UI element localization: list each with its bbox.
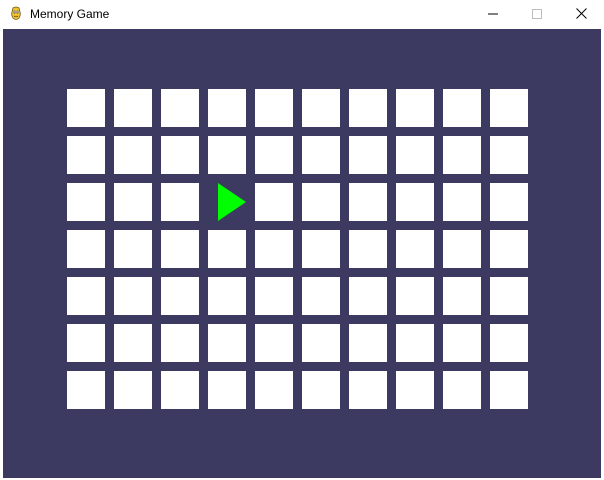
maximize-icon bbox=[532, 6, 542, 24]
minimize-icon bbox=[488, 6, 498, 24]
memory-tile[interactable] bbox=[255, 183, 293, 221]
memory-tile[interactable] bbox=[161, 136, 199, 174]
memory-tile[interactable] bbox=[302, 89, 340, 127]
memory-tile[interactable] bbox=[349, 371, 387, 409]
memory-tile[interactable] bbox=[208, 371, 246, 409]
memory-tile[interactable] bbox=[349, 277, 387, 315]
title-bar[interactable]: Memory Game bbox=[0, 0, 604, 29]
window-title: Memory Game bbox=[30, 7, 110, 21]
pygame-icon bbox=[8, 6, 24, 22]
memory-tile[interactable] bbox=[255, 371, 293, 409]
memory-tile[interactable] bbox=[349, 89, 387, 127]
memory-tile[interactable] bbox=[161, 324, 199, 362]
memory-tile[interactable] bbox=[302, 277, 340, 315]
memory-tile[interactable] bbox=[161, 183, 199, 221]
memory-tile[interactable] bbox=[443, 230, 481, 268]
memory-tile[interactable] bbox=[255, 324, 293, 362]
maximize-button[interactable] bbox=[514, 0, 560, 29]
game-board[interactable] bbox=[3, 29, 601, 478]
memory-tile[interactable] bbox=[114, 183, 152, 221]
memory-tile[interactable] bbox=[161, 230, 199, 268]
memory-tile[interactable] bbox=[302, 136, 340, 174]
close-icon bbox=[575, 6, 587, 24]
memory-tile[interactable] bbox=[161, 371, 199, 409]
memory-tile[interactable] bbox=[208, 277, 246, 315]
memory-tile-revealed[interactable] bbox=[208, 183, 246, 221]
memory-tile[interactable] bbox=[255, 136, 293, 174]
memory-tile[interactable] bbox=[396, 324, 434, 362]
memory-tile[interactable] bbox=[396, 136, 434, 174]
memory-tile[interactable] bbox=[396, 230, 434, 268]
memory-tile[interactable] bbox=[490, 89, 528, 127]
game-window: Memory Game bbox=[0, 0, 604, 480]
memory-tile[interactable] bbox=[114, 230, 152, 268]
memory-tile[interactable] bbox=[208, 136, 246, 174]
memory-tile[interactable] bbox=[443, 324, 481, 362]
memory-tile[interactable] bbox=[208, 89, 246, 127]
memory-tile[interactable] bbox=[161, 277, 199, 315]
memory-tile[interactable] bbox=[302, 183, 340, 221]
memory-tile[interactable] bbox=[490, 230, 528, 268]
memory-tile[interactable] bbox=[302, 324, 340, 362]
memory-tile[interactable] bbox=[114, 136, 152, 174]
memory-tile[interactable] bbox=[349, 183, 387, 221]
memory-tile[interactable] bbox=[208, 230, 246, 268]
memory-tile[interactable] bbox=[255, 277, 293, 315]
memory-tile[interactable] bbox=[114, 324, 152, 362]
memory-tile[interactable] bbox=[67, 89, 105, 127]
memory-tile[interactable] bbox=[396, 89, 434, 127]
memory-tile[interactable] bbox=[443, 89, 481, 127]
memory-tile[interactable] bbox=[67, 277, 105, 315]
memory-tile[interactable] bbox=[67, 324, 105, 362]
memory-tile[interactable] bbox=[114, 371, 152, 409]
memory-tile[interactable] bbox=[67, 183, 105, 221]
memory-tile[interactable] bbox=[349, 230, 387, 268]
memory-tile[interactable] bbox=[349, 324, 387, 362]
memory-tile[interactable] bbox=[443, 277, 481, 315]
memory-tile[interactable] bbox=[443, 371, 481, 409]
memory-tile[interactable] bbox=[67, 230, 105, 268]
memory-tile[interactable] bbox=[255, 230, 293, 268]
memory-tile[interactable] bbox=[67, 371, 105, 409]
memory-tile[interactable] bbox=[349, 136, 387, 174]
memory-tile[interactable] bbox=[67, 136, 105, 174]
memory-tile[interactable] bbox=[302, 230, 340, 268]
memory-tile[interactable] bbox=[443, 183, 481, 221]
memory-tile[interactable] bbox=[490, 324, 528, 362]
memory-tile[interactable] bbox=[255, 89, 293, 127]
memory-tile[interactable] bbox=[490, 371, 528, 409]
memory-tile[interactable] bbox=[490, 277, 528, 315]
close-button[interactable] bbox=[558, 0, 604, 29]
memory-tile[interactable] bbox=[302, 371, 340, 409]
memory-tile[interactable] bbox=[443, 136, 481, 174]
memory-tile[interactable] bbox=[396, 371, 434, 409]
memory-tile[interactable] bbox=[396, 277, 434, 315]
memory-tile[interactable] bbox=[161, 89, 199, 127]
memory-tile[interactable] bbox=[114, 277, 152, 315]
memory-tile[interactable] bbox=[490, 183, 528, 221]
green-triangle-icon bbox=[218, 183, 246, 221]
minimize-button[interactable] bbox=[470, 0, 516, 29]
memory-tile[interactable] bbox=[490, 136, 528, 174]
memory-tile[interactable] bbox=[208, 324, 246, 362]
memory-tile[interactable] bbox=[396, 183, 434, 221]
memory-tile[interactable] bbox=[114, 89, 152, 127]
